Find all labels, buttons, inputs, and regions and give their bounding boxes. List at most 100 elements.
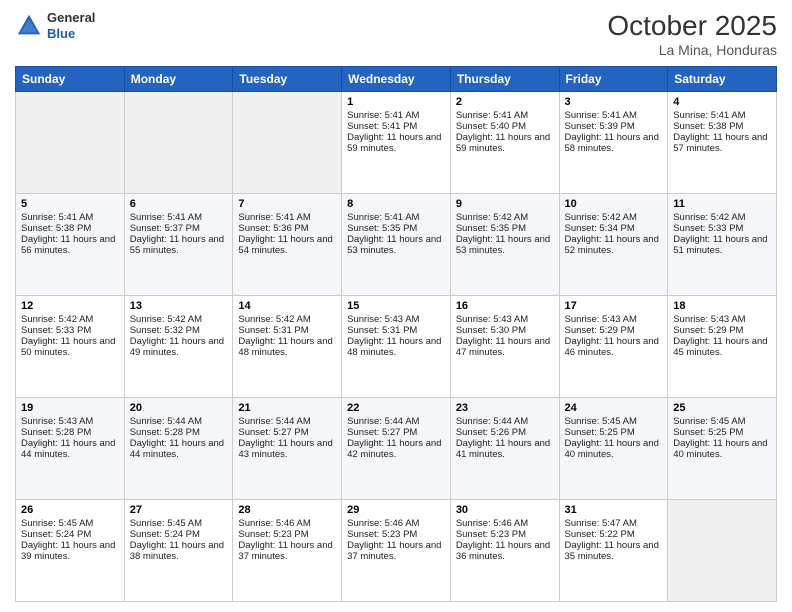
day-number: 3 bbox=[565, 96, 663, 108]
calendar-cell: 27Sunrise: 5:45 AMSunset: 5:24 PMDayligh… bbox=[124, 500, 233, 602]
sunrise-text: Sunrise: 5:46 AM bbox=[238, 518, 336, 529]
sunrise-text: Sunrise: 5:46 AM bbox=[456, 518, 554, 529]
sunset-text: Sunset: 5:30 PM bbox=[456, 325, 554, 336]
day-header-saturday: Saturday bbox=[668, 67, 777, 92]
day-number: 5 bbox=[21, 198, 119, 210]
day-number: 7 bbox=[238, 198, 336, 210]
sunrise-text: Sunrise: 5:41 AM bbox=[347, 212, 445, 223]
calendar-cell: 18Sunrise: 5:43 AMSunset: 5:29 PMDayligh… bbox=[668, 296, 777, 398]
sunset-text: Sunset: 5:27 PM bbox=[238, 427, 336, 438]
sunrise-text: Sunrise: 5:42 AM bbox=[673, 212, 771, 223]
sunrise-text: Sunrise: 5:42 AM bbox=[238, 314, 336, 325]
calendar-cell: 2Sunrise: 5:41 AMSunset: 5:40 PMDaylight… bbox=[450, 92, 559, 194]
sunset-text: Sunset: 5:27 PM bbox=[347, 427, 445, 438]
calendar-cell: 8Sunrise: 5:41 AMSunset: 5:35 PMDaylight… bbox=[342, 194, 451, 296]
sunset-text: Sunset: 5:22 PM bbox=[565, 529, 663, 540]
daylight-text: Daylight: 11 hours and 40 minutes. bbox=[565, 438, 663, 460]
sunrise-text: Sunrise: 5:41 AM bbox=[130, 212, 228, 223]
day-header-friday: Friday bbox=[559, 67, 668, 92]
daylight-text: Daylight: 11 hours and 47 minutes. bbox=[456, 336, 554, 358]
header-row: SundayMondayTuesdayWednesdayThursdayFrid… bbox=[16, 67, 777, 92]
daylight-text: Daylight: 11 hours and 38 minutes. bbox=[130, 540, 228, 562]
daylight-text: Daylight: 11 hours and 36 minutes. bbox=[456, 540, 554, 562]
sunrise-text: Sunrise: 5:41 AM bbox=[456, 110, 554, 121]
calendar-cell bbox=[124, 92, 233, 194]
sunset-text: Sunset: 5:25 PM bbox=[565, 427, 663, 438]
day-number: 29 bbox=[347, 504, 445, 516]
day-header-tuesday: Tuesday bbox=[233, 67, 342, 92]
day-number: 9 bbox=[456, 198, 554, 210]
sunset-text: Sunset: 5:28 PM bbox=[21, 427, 119, 438]
calendar-cell: 19Sunrise: 5:43 AMSunset: 5:28 PMDayligh… bbox=[16, 398, 125, 500]
sunrise-text: Sunrise: 5:45 AM bbox=[21, 518, 119, 529]
day-number: 8 bbox=[347, 198, 445, 210]
calendar-cell: 20Sunrise: 5:44 AMSunset: 5:28 PMDayligh… bbox=[124, 398, 233, 500]
daylight-text: Daylight: 11 hours and 45 minutes. bbox=[673, 336, 771, 358]
calendar-cell: 23Sunrise: 5:44 AMSunset: 5:26 PMDayligh… bbox=[450, 398, 559, 500]
daylight-text: Daylight: 11 hours and 53 minutes. bbox=[456, 234, 554, 256]
day-number: 17 bbox=[565, 300, 663, 312]
day-number: 21 bbox=[238, 402, 336, 414]
sunset-text: Sunset: 5:32 PM bbox=[130, 325, 228, 336]
sunset-text: Sunset: 5:36 PM bbox=[238, 223, 336, 234]
daylight-text: Daylight: 11 hours and 49 minutes. bbox=[130, 336, 228, 358]
logo: General Blue bbox=[15, 10, 95, 41]
calendar-cell: 13Sunrise: 5:42 AMSunset: 5:32 PMDayligh… bbox=[124, 296, 233, 398]
sunrise-text: Sunrise: 5:43 AM bbox=[347, 314, 445, 325]
sunrise-text: Sunrise: 5:44 AM bbox=[456, 416, 554, 427]
sunset-text: Sunset: 5:33 PM bbox=[21, 325, 119, 336]
week-row-2: 5Sunrise: 5:41 AMSunset: 5:38 PMDaylight… bbox=[16, 194, 777, 296]
sunrise-text: Sunrise: 5:42 AM bbox=[456, 212, 554, 223]
day-number: 31 bbox=[565, 504, 663, 516]
calendar-cell: 25Sunrise: 5:45 AMSunset: 5:25 PMDayligh… bbox=[668, 398, 777, 500]
calendar-cell bbox=[668, 500, 777, 602]
sunset-text: Sunset: 5:41 PM bbox=[347, 121, 445, 132]
location-subtitle: La Mina, Honduras bbox=[607, 42, 777, 58]
day-number: 27 bbox=[130, 504, 228, 516]
day-number: 25 bbox=[673, 402, 771, 414]
day-number: 2 bbox=[456, 96, 554, 108]
day-number: 1 bbox=[347, 96, 445, 108]
sunset-text: Sunset: 5:35 PM bbox=[456, 223, 554, 234]
calendar-cell: 30Sunrise: 5:46 AMSunset: 5:23 PMDayligh… bbox=[450, 500, 559, 602]
day-number: 15 bbox=[347, 300, 445, 312]
sunset-text: Sunset: 5:39 PM bbox=[565, 121, 663, 132]
day-header-sunday: Sunday bbox=[16, 67, 125, 92]
sunrise-text: Sunrise: 5:45 AM bbox=[565, 416, 663, 427]
calendar-cell: 10Sunrise: 5:42 AMSunset: 5:34 PMDayligh… bbox=[559, 194, 668, 296]
day-number: 23 bbox=[456, 402, 554, 414]
daylight-text: Daylight: 11 hours and 59 minutes. bbox=[456, 132, 554, 154]
daylight-text: Daylight: 11 hours and 35 minutes. bbox=[565, 540, 663, 562]
page: General Blue October 2025 La Mina, Hondu… bbox=[0, 0, 792, 612]
day-number: 11 bbox=[673, 198, 771, 210]
calendar-cell: 9 Sunrise: 5:42 AMSunset: 5:35 PMDaylight… bbox=[450, 194, 559, 296]
calendar-cell: 21Sunrise: 5:44 AMSunset: 5:27 PMDayligh… bbox=[233, 398, 342, 500]
logo-blue: Blue bbox=[47, 26, 95, 42]
calendar-cell: 12Sunrise: 5:42 AMSunset: 5:33 PMDayligh… bbox=[16, 296, 125, 398]
sunrise-text: Sunrise: 5:45 AM bbox=[130, 518, 228, 529]
calendar-cell: 15Sunrise: 5:43 AMSunset: 5:31 PMDayligh… bbox=[342, 296, 451, 398]
daylight-text: Daylight: 11 hours and 42 minutes. bbox=[347, 438, 445, 460]
day-header-monday: Monday bbox=[124, 67, 233, 92]
daylight-text: Daylight: 11 hours and 44 minutes. bbox=[21, 438, 119, 460]
calendar-cell: 5Sunrise: 5:41 AMSunset: 5:38 PMDaylight… bbox=[16, 194, 125, 296]
sunset-text: Sunset: 5:28 PM bbox=[130, 427, 228, 438]
day-number: 24 bbox=[565, 402, 663, 414]
sunrise-text: Sunrise: 5:44 AM bbox=[347, 416, 445, 427]
month-title: October 2025 bbox=[607, 10, 777, 42]
day-header-thursday: Thursday bbox=[450, 67, 559, 92]
sunrise-text: Sunrise: 5:43 AM bbox=[565, 314, 663, 325]
calendar-cell: 28Sunrise: 5:46 AMSunset: 5:23 PMDayligh… bbox=[233, 500, 342, 602]
day-number: 19 bbox=[21, 402, 119, 414]
calendar-cell bbox=[233, 92, 342, 194]
day-number: 18 bbox=[673, 300, 771, 312]
sunrise-text: Sunrise: 5:47 AM bbox=[565, 518, 663, 529]
calendar-cell bbox=[16, 92, 125, 194]
sunrise-text: Sunrise: 5:43 AM bbox=[673, 314, 771, 325]
sunrise-text: Sunrise: 5:46 AM bbox=[347, 518, 445, 529]
calendar-cell: 14Sunrise: 5:42 AMSunset: 5:31 PMDayligh… bbox=[233, 296, 342, 398]
daylight-text: Daylight: 11 hours and 50 minutes. bbox=[21, 336, 119, 358]
daylight-text: Daylight: 11 hours and 58 minutes. bbox=[565, 132, 663, 154]
daylight-text: Daylight: 11 hours and 56 minutes. bbox=[21, 234, 119, 256]
calendar-cell: 3Sunrise: 5:41 AMSunset: 5:39 PMDaylight… bbox=[559, 92, 668, 194]
